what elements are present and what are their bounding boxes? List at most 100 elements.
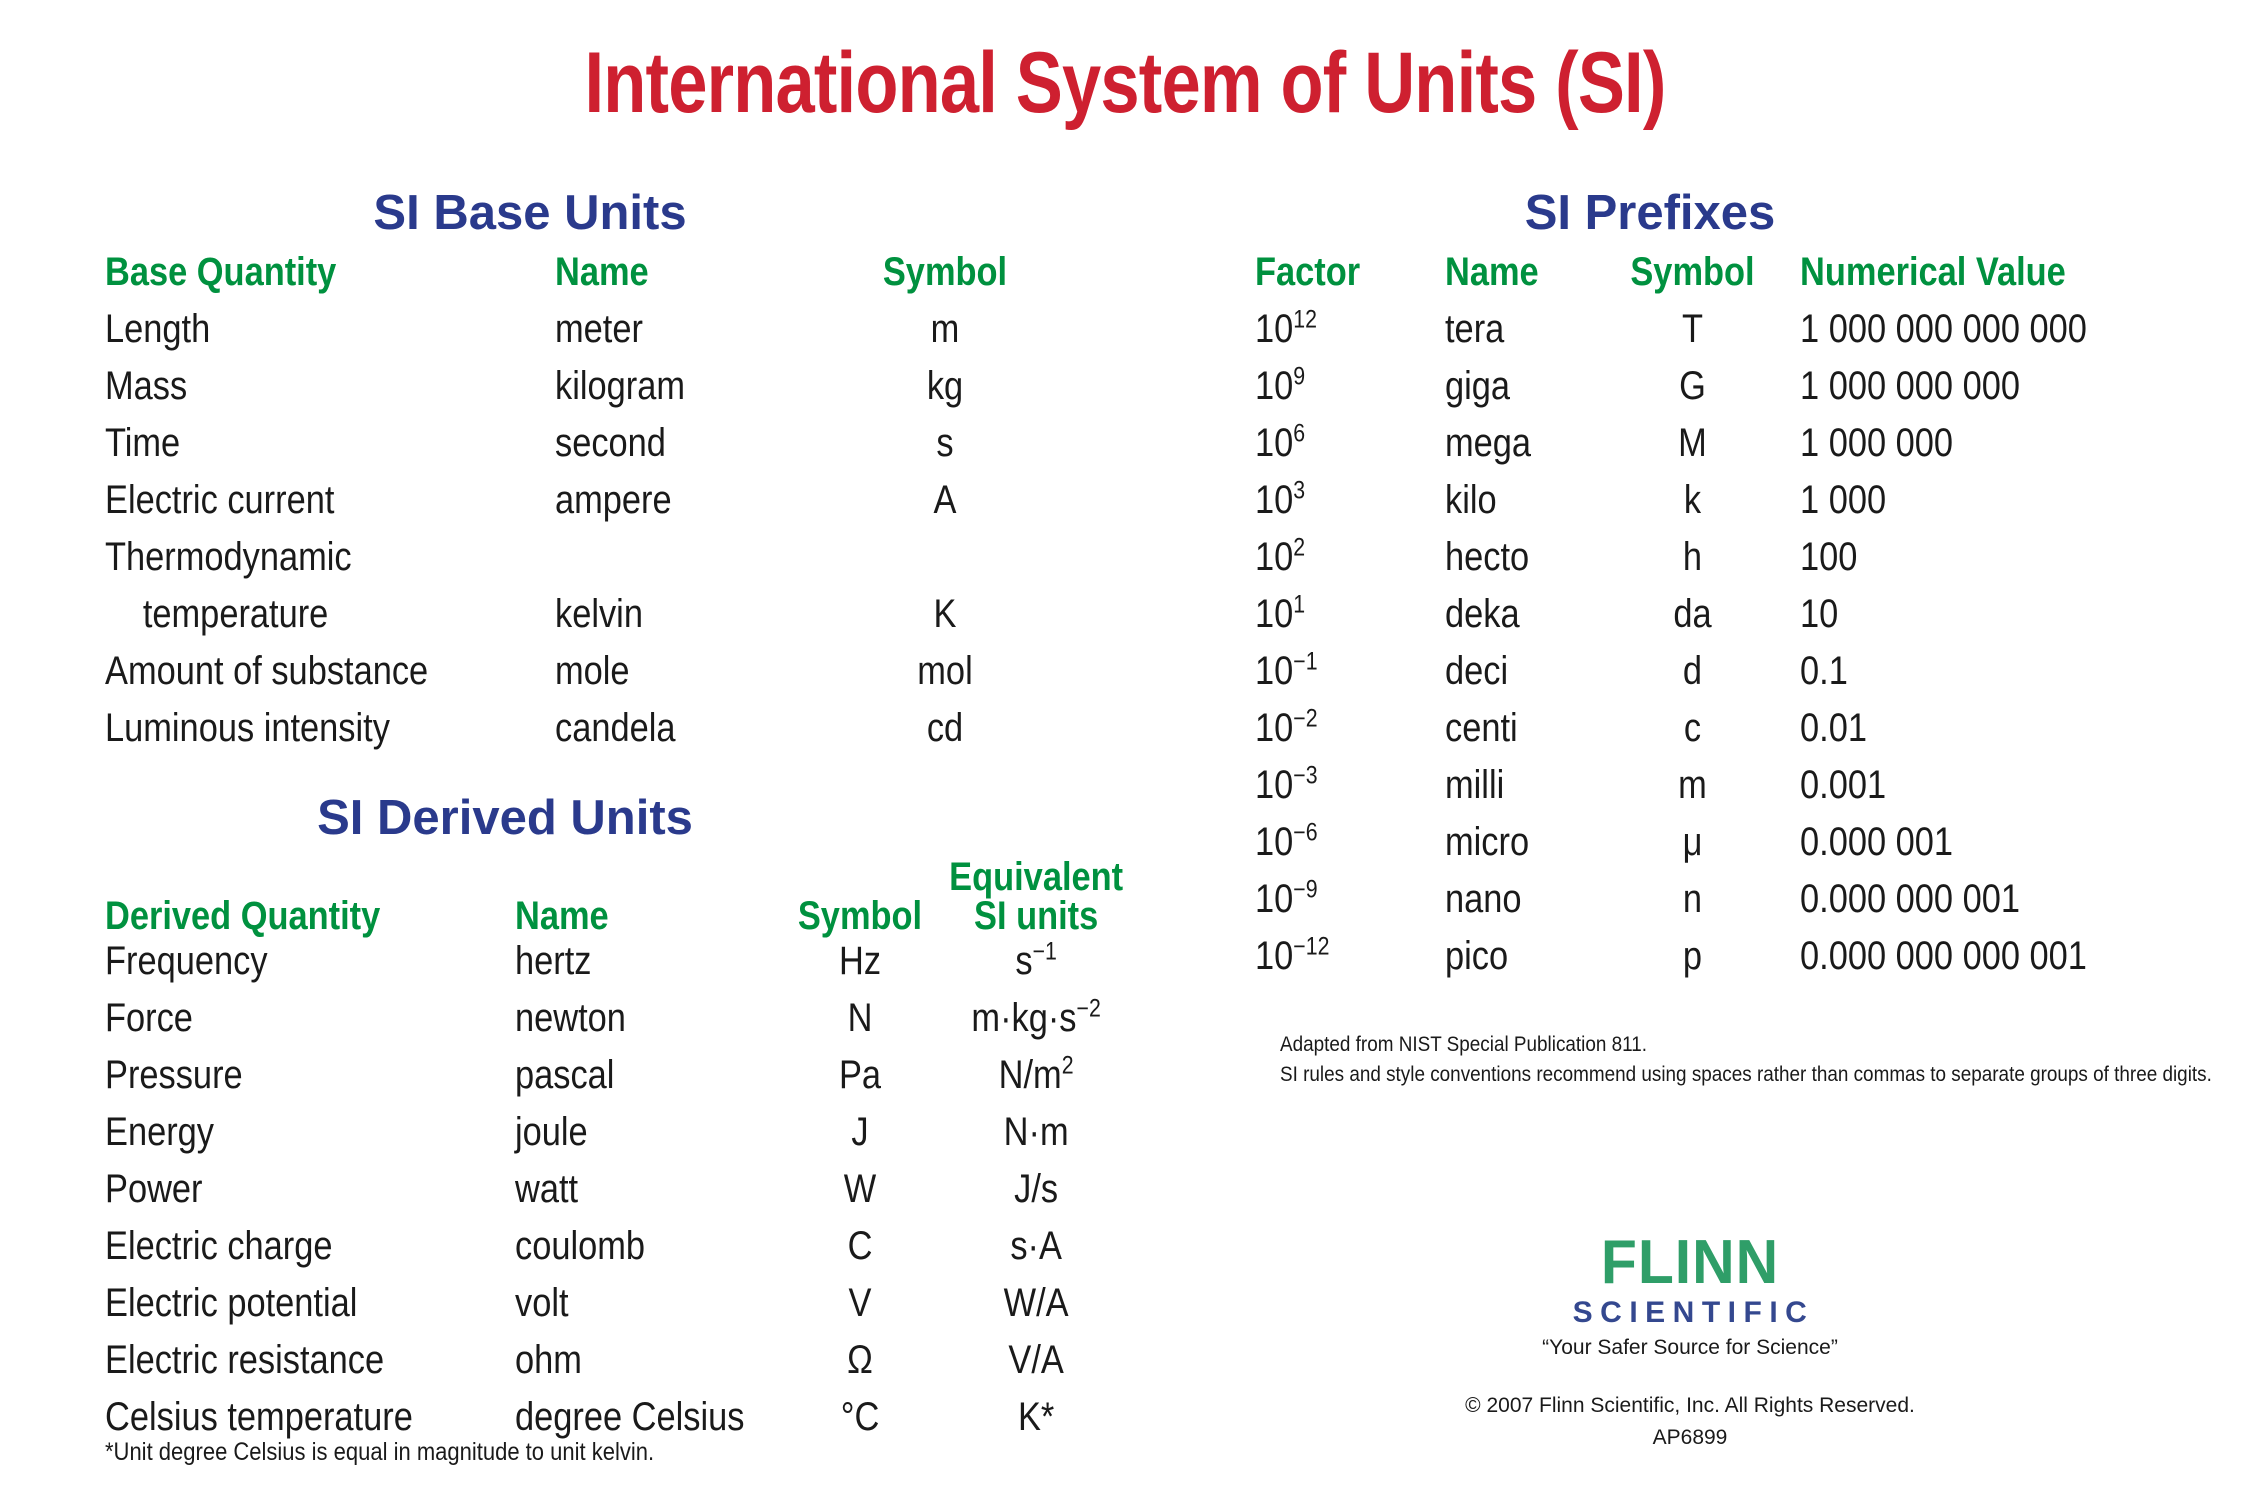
column-header-factor: Factor [1255, 250, 1361, 294]
prefix-name-cell: nano [1445, 877, 1522, 921]
base-units-table: Base Quantity Name Symbol Length meter m Ma… [105, 250, 1045, 763]
prefix-name-cell: milli [1445, 763, 1505, 807]
table-row: 10−6 micro μ 0.000 001 [1255, 820, 2200, 877]
logo-tagline-text: “Your Safer Source for Science” [1542, 1335, 1838, 1359]
logo-subbrand-text: SCIENTIFIC [1572, 1296, 1815, 1329]
base-quantity-cell: Luminous intensity [105, 706, 390, 750]
table-row: Length meter m [105, 307, 1045, 364]
base-name-cell: candela [555, 706, 676, 750]
base-symbol-cell: K [933, 592, 957, 636]
prefix-value-cell: 100 [1800, 535, 1858, 579]
prefixes-table: Factor Name Symbol Numerical Value 1012 t… [1255, 250, 2200, 991]
footer-copyright-block: © 2007 Flinn Scientific, Inc. All Rights… [1435, 1390, 1945, 1453]
nist-source-note: Adapted from NIST Special Publication 81… [1280, 1030, 2212, 1091]
derived-symbol-cell: °C [840, 1394, 880, 1439]
column-header-equivalent-si-units: Equivalent SI units [949, 857, 1123, 939]
prefix-symbol-cell: p [1682, 934, 1703, 978]
base-symbol-cell [859, 535, 1031, 592]
table-row: 1012 tera T 1 000 000 000 000 [1255, 307, 2200, 364]
derived-symbol-cell: Ω [847, 1337, 873, 1382]
base-symbol-cell: A [933, 478, 957, 522]
base-symbol-cell: m [930, 307, 960, 351]
prefix-name-cell: deka [1445, 592, 1520, 636]
prefix-factor-cell-exponent: 12 [1293, 306, 1318, 334]
prefix-symbol-cell: d [1682, 649, 1703, 693]
derived-equivalent-cell: s−1 [1015, 938, 1057, 983]
base-symbol-cell: cd [926, 706, 964, 750]
base-name-cell: ampere [555, 478, 672, 522]
prefix-factor-cell-exponent: −2 [1293, 705, 1318, 733]
column-header-base-quantity: Base Quantity [105, 250, 337, 294]
derived-name-cell: watt [515, 1166, 579, 1211]
prefix-factor-cell-exponent: −1 [1293, 648, 1318, 676]
column-header-base-symbol: Symbol [882, 250, 1008, 294]
derived-units-table: Derived Quantity Name Symbol Equivalent … [105, 857, 1137, 1452]
derived-equivalent-cell: m·kg·s−2 [971, 995, 1101, 1040]
prefix-value-cell: 0.000 001 [1800, 820, 1954, 864]
table-row: Pressure pascal Pa N/m2 [105, 1053, 1137, 1110]
prefix-value-cell: 10 [1800, 592, 1839, 636]
prefix-name-cell: tera [1445, 307, 1505, 351]
column-header-numerical-value: Numerical Value [1800, 250, 2066, 294]
prefix-symbol-cell: h [1682, 535, 1703, 579]
page-title: International System of Units (SI) [584, 35, 1667, 131]
derived-equivalent-cell-exponent: −1 [1032, 938, 1057, 966]
derived-equivalent-cell-exponent: −2 [1076, 995, 1101, 1023]
table-row: 101 deka da 10 [1255, 592, 2200, 649]
section-title-derived-units: SI Derived Units [255, 790, 755, 846]
nist-source-line-2: SI rules and style conventions recommend… [1280, 1063, 2212, 1087]
derived-equivalent-cell: s·A [1010, 1223, 1062, 1268]
derived-name-cell: joule [515, 1109, 588, 1154]
derived-symbol-cell: N [847, 995, 873, 1040]
table-row: temperature kelvin K [105, 592, 1045, 649]
base-name-cell [555, 535, 804, 592]
prefix-name-cell: giga [1445, 364, 1511, 408]
prefix-value-cell: 0.1 [1800, 649, 1848, 693]
prefix-factor-cell-exponent: 2 [1293, 534, 1306, 562]
derived-quantity-cell: Energy [105, 1109, 215, 1154]
derived-name-cell: volt [515, 1280, 569, 1325]
prefix-name-cell: mega [1445, 421, 1532, 465]
base-quantity-cell-continued: temperature [105, 592, 492, 649]
prefix-value-cell: 1 000 000 000 000 [1800, 307, 2087, 351]
prefix-factor-cell: 1012 [1255, 306, 1318, 351]
derived-units-header-row: Derived Quantity Name Symbol Equivalent … [105, 857, 1137, 939]
si-units-label: SI units [974, 893, 1099, 938]
base-quantity-cell: Amount of substance [105, 649, 429, 693]
table-row: Electric potential volt V W/A [105, 1281, 1137, 1338]
prefix-symbol-cell: G [1679, 364, 1706, 408]
prefix-name-cell: hecto [1445, 535, 1530, 579]
base-quantity-cell: Length [105, 307, 211, 351]
table-row: Luminous intensity candela cd [105, 706, 1045, 763]
base-units-heading-text: SI Base Units [373, 186, 687, 240]
table-row: 106 mega M 1 000 000 [1255, 421, 2200, 478]
derived-quantity-cell: Frequency [105, 938, 268, 983]
celsius-footnote: *Unit degree Celsius is equal in magnitu… [105, 1438, 655, 1466]
prefix-value-cell: 0.001 [1800, 763, 1887, 807]
base-name-cell: kelvin [555, 592, 643, 636]
base-name-cell: mole [555, 649, 630, 693]
prefix-name-cell: deci [1445, 649, 1509, 693]
base-name-cell: second [555, 421, 666, 465]
product-code: AP6899 [1652, 1425, 1728, 1449]
copyright-text: © 2007 Flinn Scientific, Inc. All Rights… [1465, 1394, 1915, 1417]
prefix-factor-cell-exponent: 9 [1293, 363, 1306, 391]
column-header-derived-name: Name [515, 893, 609, 938]
prefix-value-cell: 1 000 [1800, 478, 1887, 522]
base-quantity-cell: Mass [105, 364, 188, 408]
column-header-derived-quantity: Derived Quantity [105, 893, 381, 938]
column-header-prefix-name: Name [1445, 250, 1539, 294]
table-row: 102 hecto h 100 [1255, 535, 2200, 592]
derived-equivalent-cell: V/A [1008, 1337, 1064, 1382]
prefix-factor-cell: 10−3 [1255, 762, 1318, 807]
table-row: Frequency hertz Hz s−1 [105, 939, 1137, 996]
base-symbol-cell: s [936, 421, 954, 465]
table-row: Force newton Nm·kg·s−2 [105, 996, 1137, 1053]
prefix-value-cell: 1 000 000 000 [1800, 364, 2020, 408]
derived-quantity-cell: Electric potential [105, 1280, 358, 1325]
base-quantity-cell: Thermodynamic [105, 535, 352, 579]
si-units-poster: International System of Units (SI) SI Ba… [0, 0, 2250, 1500]
prefix-factor-cell: 10−2 [1255, 705, 1318, 750]
column-header-prefix-symbol: Symbol [1630, 250, 1755, 294]
derived-symbol-cell: V [848, 1280, 872, 1325]
